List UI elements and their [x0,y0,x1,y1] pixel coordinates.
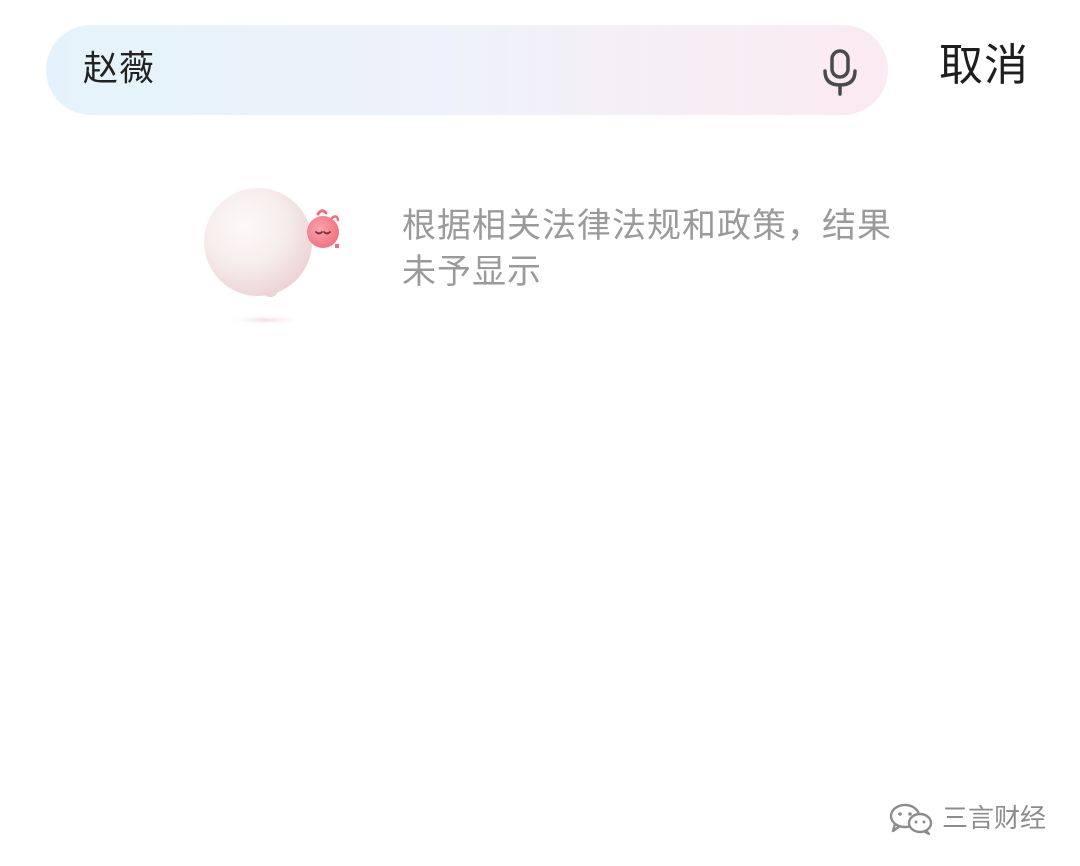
watermark: 三言财经 [888,802,1046,836]
search-bar[interactable]: 赵薇 [46,25,888,115]
watermark-text: 三言财经 [941,804,1046,834]
search-input[interactable]: 赵薇 [83,52,155,88]
wechat-icon [889,803,933,836]
no-result-notice: 根据相关法律法规和政策，结果未予显示 [402,206,892,292]
cancel-button[interactable]: 取消 [939,44,1029,88]
empty-result-balloon-illustration [204,188,340,325]
microphone-icon[interactable] [818,47,862,97]
